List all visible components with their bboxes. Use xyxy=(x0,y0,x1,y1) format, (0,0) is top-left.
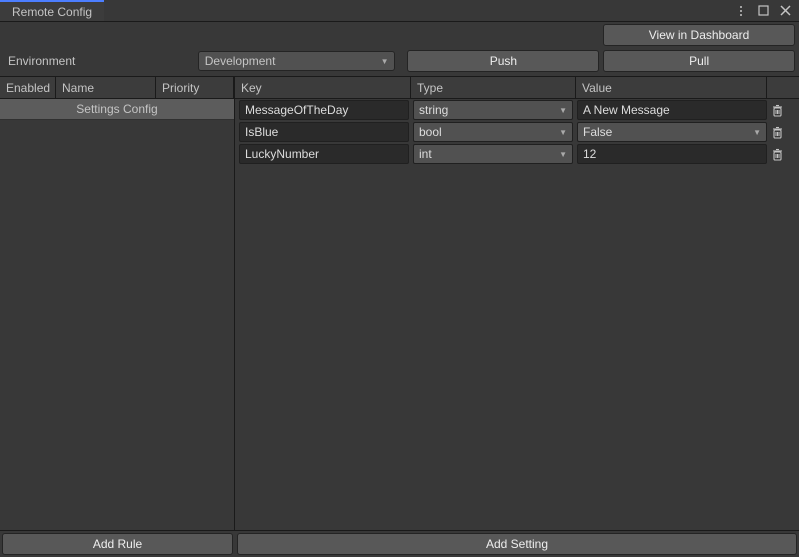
add-setting-button[interactable]: Add Setting xyxy=(237,533,797,555)
close-icon[interactable] xyxy=(777,3,793,19)
chevron-down-icon: ▼ xyxy=(381,57,389,66)
setting-key-input[interactable]: LuckyNumber xyxy=(239,144,409,164)
col-header-type[interactable]: Type xyxy=(411,77,576,98)
col-header-enabled[interactable]: Enabled xyxy=(0,77,56,98)
chevron-down-icon: ▼ xyxy=(559,128,567,137)
settings-panel: Key Type Value MessageOfTheDay string ▼ A N… xyxy=(235,77,799,530)
setting-value-dropdown[interactable]: False ▼ xyxy=(577,122,767,142)
setting-row: IsBlue bool ▼ False ▼ xyxy=(235,121,799,143)
trash-icon xyxy=(771,126,795,139)
delete-setting-button[interactable] xyxy=(771,126,795,139)
setting-value-input[interactable]: 12 xyxy=(577,144,767,164)
tab-remote-config[interactable]: Remote Config xyxy=(0,0,104,21)
rules-list: Settings Config xyxy=(0,99,234,120)
chevron-down-icon: ▼ xyxy=(559,106,567,115)
setting-type-dropdown[interactable]: int ▼ xyxy=(413,144,573,164)
type-value: string xyxy=(419,103,448,117)
add-rule-button[interactable]: Add Rule xyxy=(2,533,233,555)
environment-dropdown[interactable]: Development ▼ xyxy=(198,51,396,71)
environment-row: Environment Development ▼ Push Pull xyxy=(0,48,799,76)
main-area: Enabled Name Priority Settings Config Ke… xyxy=(0,76,799,530)
value-text: False xyxy=(583,125,612,139)
trash-icon xyxy=(771,148,795,161)
environment-label: Environment xyxy=(4,54,194,68)
setting-type-dropdown[interactable]: bool ▼ xyxy=(413,122,573,142)
pull-button[interactable]: Pull xyxy=(603,50,795,72)
trash-icon xyxy=(771,104,795,117)
rules-panel: Enabled Name Priority Settings Config xyxy=(0,77,235,530)
delete-setting-button[interactable] xyxy=(771,104,795,117)
push-button[interactable]: Push xyxy=(407,50,599,72)
col-header-value[interactable]: Value xyxy=(576,77,767,98)
setting-type-dropdown[interactable]: string ▼ xyxy=(413,100,573,120)
maximize-icon[interactable] xyxy=(755,3,771,19)
setting-row: LuckyNumber int ▼ 12 xyxy=(235,143,799,165)
setting-key-input[interactable]: MessageOfTheDay xyxy=(239,100,409,120)
delete-setting-button[interactable] xyxy=(771,148,795,161)
setting-key-input[interactable]: IsBlue xyxy=(239,122,409,142)
col-header-name[interactable]: Name xyxy=(56,77,156,98)
view-dashboard-button[interactable]: View in Dashboard xyxy=(603,24,795,46)
rule-row[interactable]: Settings Config xyxy=(0,99,234,120)
window-controls xyxy=(733,0,799,21)
tab-label: Remote Config xyxy=(12,5,92,19)
type-value: int xyxy=(419,147,432,161)
settings-column-headers: Key Type Value xyxy=(235,77,799,99)
titlebar: Remote Config xyxy=(0,0,799,22)
chevron-down-icon: ▼ xyxy=(753,128,761,137)
chevron-down-icon: ▼ xyxy=(559,150,567,159)
kebab-menu-icon[interactable] xyxy=(733,3,749,19)
environment-selected: Development xyxy=(205,54,276,68)
setting-value-input[interactable]: A New Message xyxy=(577,100,767,120)
settings-list: MessageOfTheDaystring▼A New MessageIsBlu… xyxy=(235,99,799,530)
footer: Add Rule Add Setting xyxy=(0,530,799,557)
col-header-actions xyxy=(767,77,799,98)
col-header-priority[interactable]: Priority xyxy=(156,77,234,98)
rules-column-headers: Enabled Name Priority xyxy=(0,77,234,99)
setting-row: MessageOfTheDay string ▼ A New Message xyxy=(235,99,799,121)
col-header-key[interactable]: Key xyxy=(235,77,411,98)
top-button-row: View in Dashboard xyxy=(0,22,799,48)
type-value: bool xyxy=(419,125,442,139)
